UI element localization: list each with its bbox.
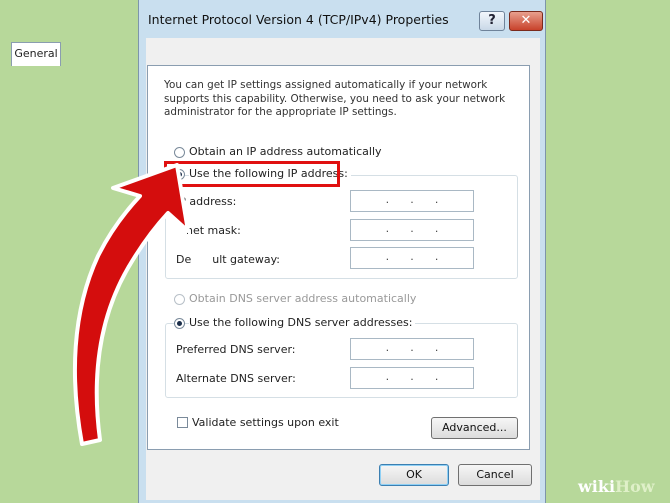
watermark-how: How: [615, 477, 655, 496]
red-arrow-annotation: [72, 163, 190, 446]
tab-general[interactable]: General: [11, 42, 61, 66]
wikihow-watermark: wikiHow: [578, 477, 655, 496]
watermark-wiki: wiki: [578, 477, 616, 496]
